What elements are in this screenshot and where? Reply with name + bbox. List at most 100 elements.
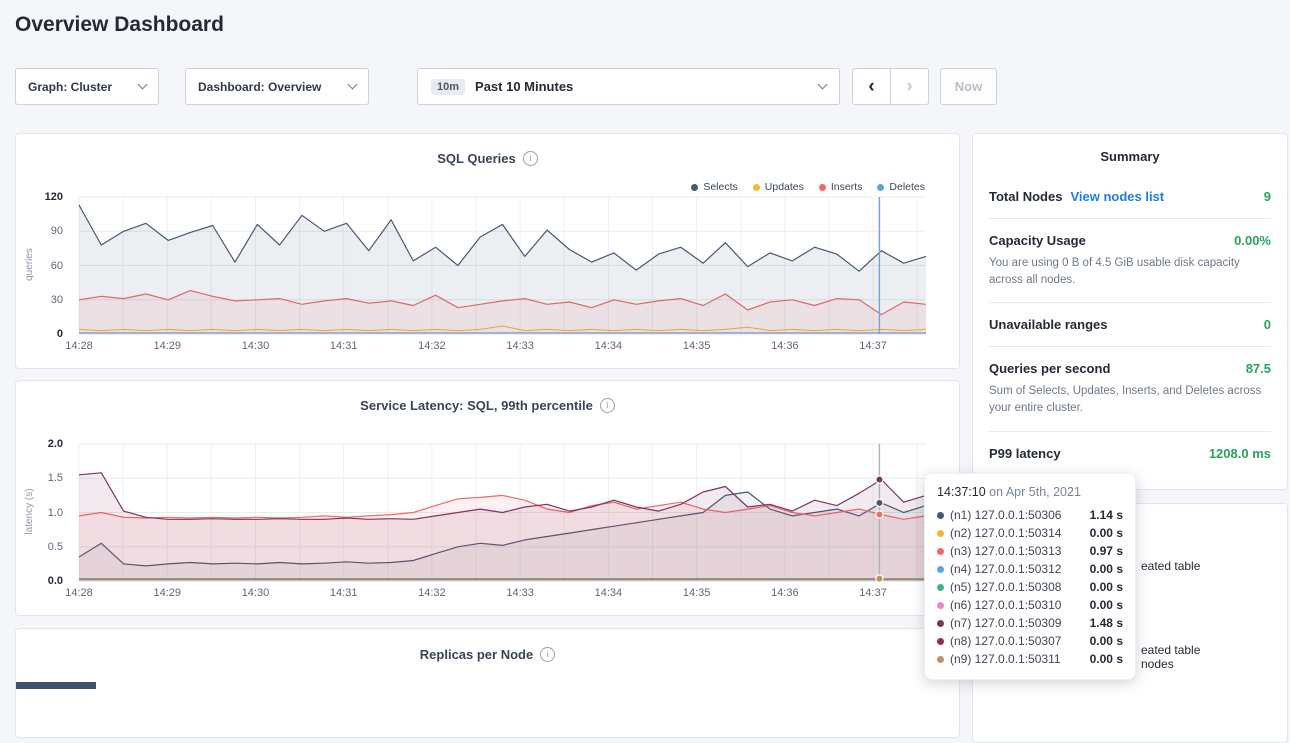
node-color-dot-icon (937, 656, 944, 663)
summary-value: 87.5 (1246, 361, 1271, 376)
y-tick-label: 30 (51, 294, 63, 306)
tooltip-node-value: 0.97 s (1090, 544, 1123, 558)
sql-queries-plot[interactable] (79, 197, 926, 334)
tooltip-timestamp: 14:37:10 on Apr 5th, 2021 (937, 485, 1123, 499)
summary-panel: Summary Total Nodes View nodes list 9 Ca… (972, 133, 1288, 490)
now-button[interactable]: Now (940, 68, 997, 105)
summary-value: 0.00% (1234, 233, 1271, 248)
time-range-selector[interactable]: 10m Past 10 Minutes (417, 68, 840, 105)
sql-queries-chart-card: SQL Queries i SelectsUpdatesInsertsDelet… (15, 133, 960, 369)
summary-label: Queries per second (989, 361, 1110, 376)
tooltip-node-address: (n1) 127.0.0.1:50306 (950, 508, 1084, 522)
node-color-dot-icon (937, 584, 944, 591)
time-prev-button[interactable]: ‹ (852, 68, 891, 105)
x-tick-label: 14:36 (771, 587, 799, 599)
chart-title-text: Service Latency: SQL, 99th percentile (360, 398, 593, 413)
view-nodes-list-link[interactable]: View nodes list (1070, 189, 1164, 204)
x-tick-label: 14:31 (330, 340, 358, 352)
summary-title: Summary (973, 134, 1287, 175)
tooltip-node-value: 1.48 s (1090, 616, 1123, 630)
x-tick-label: 14:28 (65, 587, 93, 599)
x-axis-ticks: 14:2814:2914:3014:3114:3214:3314:3414:35… (79, 587, 926, 603)
replicas-per-node-chart-card: Replicas per Node i (15, 628, 960, 738)
dashboard-dropdown[interactable]: Dashboard: Overview (185, 68, 369, 105)
x-tick-label: 14:29 (153, 587, 181, 599)
graph-dropdown-label: Graph: Cluster (28, 80, 112, 94)
tooltip-node-row: (n7) 127.0.0.1:503091.48 s (937, 614, 1123, 632)
x-tick-label: 14:34 (595, 340, 623, 352)
x-tick-label: 14:31 (330, 587, 358, 599)
chart-legend: SelectsUpdatesInsertsDeletes (691, 181, 925, 193)
service-latency-chart-card: Service Latency: SQL, 99th percentile i … (15, 380, 960, 616)
tooltip-node-value: 0.00 s (1090, 526, 1123, 540)
x-tick-label: 14:36 (771, 340, 799, 352)
y-tick-label: 120 (45, 191, 63, 203)
tooltip-node-value: 1.14 s (1090, 508, 1123, 522)
legend-label: Selects (703, 181, 737, 193)
tooltip-node-value: 0.00 s (1090, 580, 1123, 594)
x-tick-label: 14:30 (242, 340, 270, 352)
x-tick-label: 14:33 (506, 340, 534, 352)
y-tick-label: 60 (51, 260, 63, 272)
tooltip-node-value: 0.00 s (1090, 598, 1123, 612)
sql-latency-p99-canvas (79, 444, 926, 581)
summary-row-qps: Queries per second 87.5 Sum of Selects, … (989, 347, 1271, 431)
tooltip-node-address: (n3) 127.0.0.1:50313 (950, 544, 1084, 558)
tooltip-node-row: (n8) 127.0.0.1:503070.00 s (937, 632, 1123, 650)
tooltip-node-row: (n4) 127.0.0.1:50312 0.00 s (937, 560, 1123, 578)
tooltip-node-row: (n2) 127.0.0.1:50314 0.00 s (937, 524, 1123, 542)
chart-tooltip: 14:37:10 on Apr 5th, 2021 (n1) 127.0.0.1… (924, 473, 1136, 680)
tooltip-node-address: (n4) 127.0.0.1:50312 (950, 562, 1084, 576)
summary-description: You are using 0 B of 4.5 GiB usable disk… (989, 255, 1271, 288)
y-tick-label: 2.0 (48, 438, 63, 450)
service-latency-plot[interactable] (79, 444, 926, 581)
x-tick-label: 14:30 (242, 587, 270, 599)
summary-row-total-nodes: Total Nodes View nodes list 9 (989, 175, 1271, 219)
next-arrow-icon: › (906, 76, 912, 98)
summary-value: 1208.0 ms (1209, 446, 1271, 461)
summary-label: Capacity Usage (989, 233, 1086, 248)
summary-description: Sum of Selects, Updates, Inserts, and De… (989, 383, 1271, 416)
time-range-label: Past 10 Minutes (475, 79, 573, 94)
x-tick-label: 14:28 (65, 340, 93, 352)
tooltip-date: on Apr 5th, 2021 (989, 485, 1081, 499)
info-icon[interactable]: i (600, 398, 615, 413)
partial-chart-element (16, 682, 96, 689)
tooltip-node-row: (n3) 127.0.0.1:50313 0.97 s (937, 542, 1123, 560)
chart-title: Service Latency: SQL, 99th percentile i (16, 398, 959, 413)
node-color-dot-icon (937, 566, 944, 573)
chevron-down-icon (348, 80, 358, 90)
legend-item-updates: Updates (753, 181, 804, 193)
x-tick-label: 14:37 (859, 340, 887, 352)
info-icon[interactable]: i (523, 151, 538, 166)
summary-label: Total Nodes (989, 189, 1062, 204)
tooltip-node-value: 0.00 s (1090, 562, 1123, 576)
x-tick-label: 14:37 (859, 587, 887, 599)
legend-dot-icon (877, 184, 884, 191)
info-icon[interactable]: i (540, 647, 555, 662)
tooltip-node-value: 0.00 s (1090, 652, 1123, 666)
summary-value: 0 (1264, 317, 1271, 332)
legend-dot-icon (691, 184, 698, 191)
chevron-down-icon (818, 80, 828, 90)
tooltip-node-address: (n9) 127.0.0.1:50311 (950, 652, 1084, 666)
node-color-dot-icon (937, 602, 944, 609)
x-tick-label: 14:35 (683, 587, 711, 599)
x-tick-label: 14:34 (595, 587, 623, 599)
chevron-down-icon (138, 80, 148, 90)
tooltip-time: 14:37:10 (937, 485, 986, 499)
chart-title-text: SQL Queries (437, 151, 516, 166)
time-next-button[interactable]: › (890, 68, 929, 105)
event-item-text-partial: nodes (1141, 657, 1174, 671)
legend-dot-icon (819, 184, 826, 191)
legend-label: Inserts (831, 181, 863, 193)
event-item-text-partial: eated table (1141, 559, 1200, 573)
legend-dot-icon (753, 184, 760, 191)
tooltip-node-address: (n2) 127.0.0.1:50314 (950, 526, 1084, 540)
x-axis-ticks: 14:2814:2914:3014:3114:3214:3314:3414:35… (79, 340, 926, 356)
legend-label: Updates (765, 181, 804, 193)
chart-title: Replicas per Node i (16, 647, 959, 662)
graph-dropdown[interactable]: Graph: Cluster (15, 68, 159, 105)
summary-row-capacity: Capacity Usage 0.00% You are using 0 B o… (989, 219, 1271, 303)
time-range-badge: 10m (431, 79, 465, 95)
